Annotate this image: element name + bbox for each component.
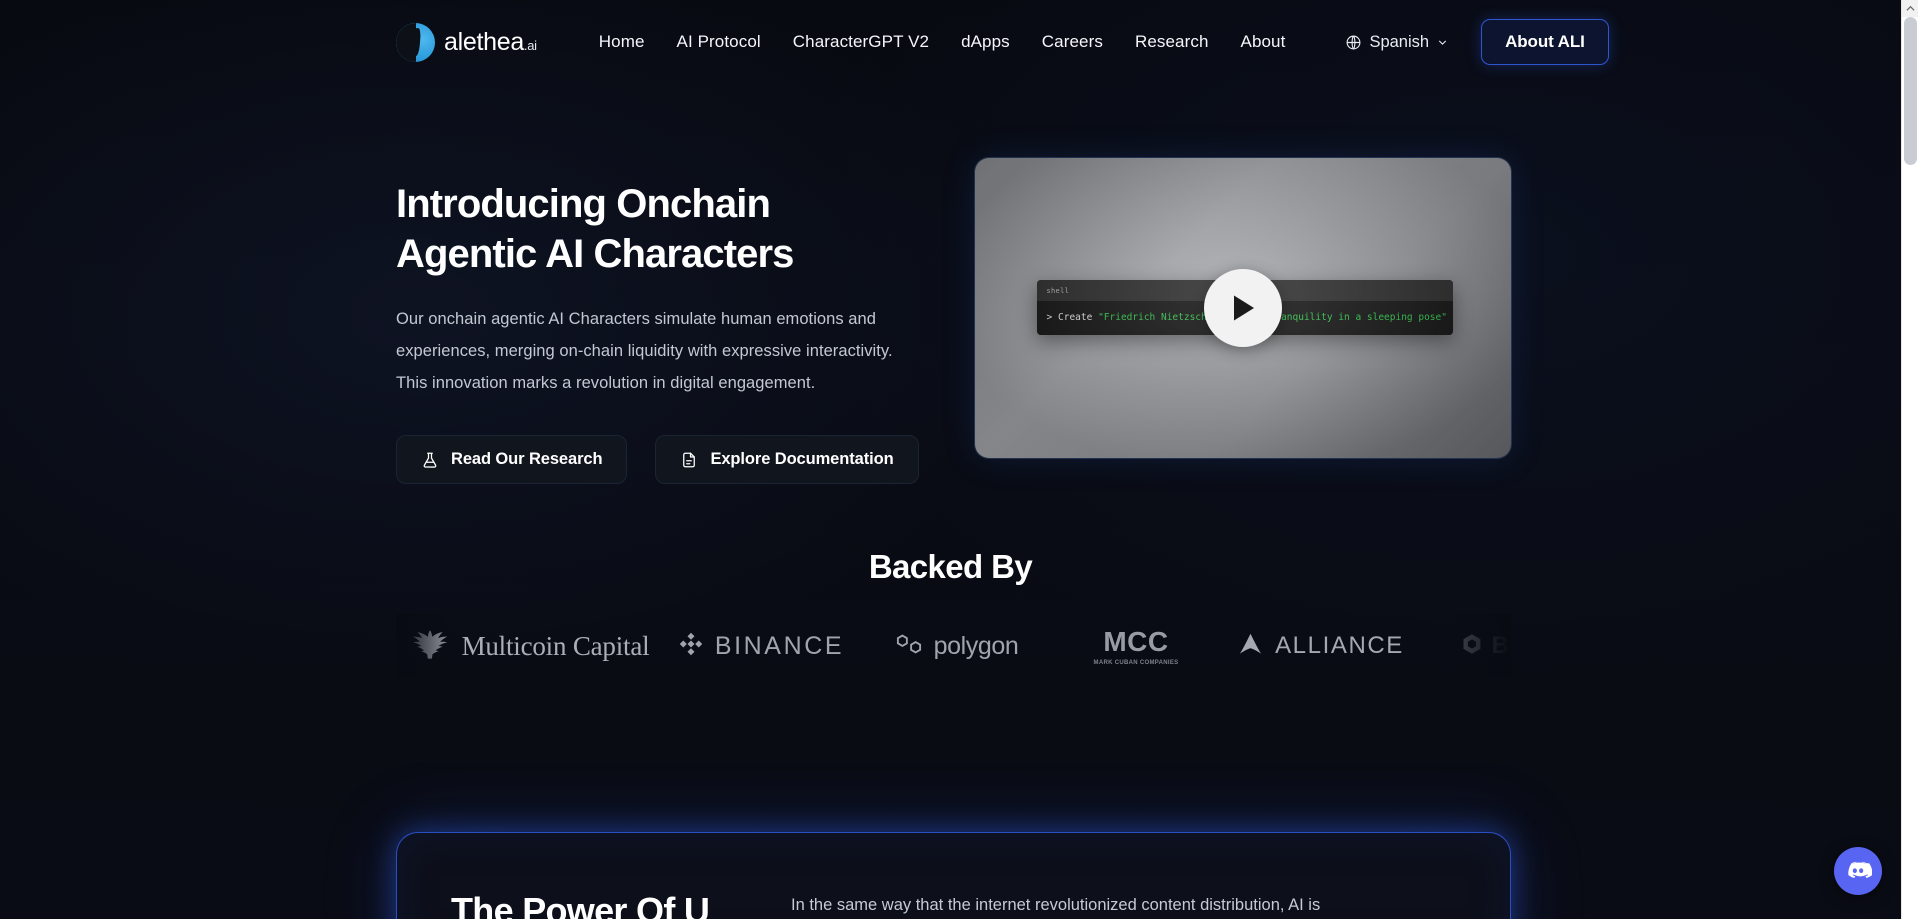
scroll-up-arrow-icon[interactable] [1902,0,1918,17]
hero-cta-group: Read Our Research Explore Documentation [396,435,923,485]
feature-highlight-card: The Power Of U In the same way that the … [396,832,1511,919]
terminal-command: Create [1058,312,1093,323]
polygon-icon [894,631,924,662]
discord-widget-button[interactable] [1834,847,1882,895]
discord-icon [1844,857,1872,885]
explore-documentation-button[interactable]: Explore Documentation [655,435,919,485]
nav-item-dapps[interactable]: dApps [945,24,1026,60]
feature-card-body: In the same way that the internet revolu… [791,896,1321,914]
hero-description: Our onchain agentic AI Characters simula… [396,310,893,392]
language-label: Spanish [1369,32,1430,51]
site-header: alethea.ai Home AI Protocol CharacterGPT… [0,0,1901,84]
partner-logo-bit[interactable]: BIT [1421,632,1511,660]
partner-logo-track: Multicoin Capital BINANCE polygon MCC MA… [396,614,1511,678]
nav-item-ai-protocol[interactable]: AI Protocol [661,24,777,60]
page-scrollbar[interactable] [1901,0,1918,919]
play-icon[interactable] [1203,269,1282,347]
bit-hex-icon [1461,633,1483,660]
hero-video-player[interactable]: shell > Create "Friedrich Nietzsche, dee… [974,158,1511,458]
globe-icon [1345,34,1362,51]
scrollbar-thumb[interactable] [1904,17,1917,165]
language-selector[interactable]: Spanish [1345,33,1449,52]
partner-logo-label: ALLIANCE [1275,632,1404,659]
partner-logo-multicoin-capital[interactable]: Multicoin Capital [396,626,661,667]
partner-logo-polygon[interactable]: polygon [861,631,1051,662]
brand-logo[interactable]: alethea.ai [396,22,537,62]
partner-logo-label: MCC [1103,626,1169,657]
backed-by-title: Backed By [868,548,1033,585]
main-navigation: Home AI Protocol CharacterGPT V2 dApps C… [583,24,1302,60]
terminal-title: shell [1046,286,1070,295]
binance-diamond-icon [678,631,704,662]
partner-logo-binance[interactable]: BINANCE [661,631,861,662]
partner-logo-label: BINANCE [714,631,845,660]
brand-name: alethea.ai [444,27,537,56]
partner-logo-alliance[interactable]: ALLIANCE [1221,632,1421,661]
brand-suffix: .ai [523,37,537,53]
hero-text-column: Introducing Onchain Agentic AI Character… [396,158,923,485]
multicoin-eagle-icon [408,626,452,667]
nav-item-home[interactable]: Home [583,24,661,60]
explore-documentation-label: Explore Documentation [710,450,894,469]
page-root: alethea.ai Home AI Protocol CharacterGPT… [0,0,1918,919]
partner-logo-label: Multicoin Capital [461,630,650,661]
nav-item-careers[interactable]: Careers [1026,24,1119,60]
alethea-circle-face-logo-icon [396,22,435,62]
partner-logo-mcc[interactable]: MCC MARK CUBAN COMPANIES [1051,626,1221,666]
read-our-research-button[interactable]: Read Our Research [396,435,628,485]
partner-logo-carousel[interactable]: Multicoin Capital BINANCE polygon MCC MA… [396,614,1511,678]
feature-card-heading: The Power Of U [451,890,710,919]
partner-logo-label: polygon [933,631,1019,660]
backed-by-section: Backed By Multicoin Capital BINANCE poly… [0,548,1901,678]
read-our-research-label: Read Our Research [451,450,603,469]
hero-section: Introducing Onchain Agentic AI Character… [396,158,1511,485]
nav-item-charactergpt-v2[interactable]: CharacterGPT V2 [777,24,945,60]
alliance-triangle-icon [1238,632,1263,661]
document-icon [680,451,698,469]
about-ali-button[interactable]: About ALI [1481,19,1609,65]
flask-icon [421,451,439,469]
hero-title: Introducing Onchain Agentic AI Character… [396,182,794,276]
chevron-down-icon [1436,36,1449,49]
terminal-prompt: > [1046,312,1053,323]
nav-item-research[interactable]: Research [1119,24,1225,60]
nav-item-about[interactable]: About [1225,24,1302,60]
partner-logo-label: BIT [1491,632,1511,659]
partner-logo-sublabel: MARK CUBAN COMPANIES [1093,660,1179,666]
